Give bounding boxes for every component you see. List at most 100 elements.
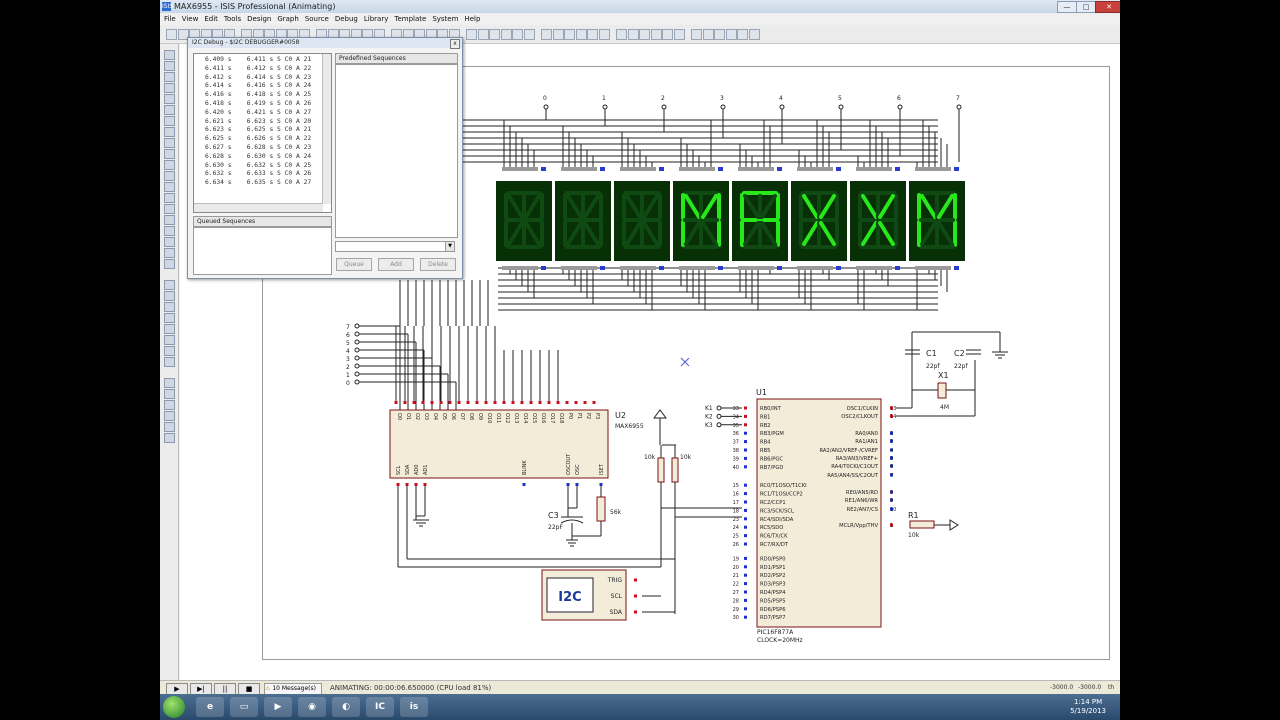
log-line[interactable]: 6.621 s 6.623 s S C0 A 20 — [205, 118, 311, 125]
max6955-ref: U2 — [615, 411, 626, 420]
pic-pin-number: 37 — [733, 440, 739, 446]
i2c-debug-titlebar[interactable]: I2C Debug - $I2C DEBUGGER#0058 x — [188, 38, 462, 49]
display-pin — [541, 167, 546, 171]
display-digit-5: 5 — [791, 95, 847, 270]
i2c-debug-close-icon[interactable]: x — [450, 39, 460, 49]
pic-pin-number: 29 — [733, 607, 739, 613]
pic-ref: U1 — [756, 388, 767, 397]
ie-icon[interactable]: e — [196, 697, 224, 717]
log-line[interactable]: 6.634 s 6.635 s S C0 A 27 — [205, 179, 311, 186]
add-button[interactable]: Add — [378, 258, 414, 271]
i2c-log-list[interactable]: 6.409 s 6.411 s S C0 A 21 6.411 s 6.412 s… — [193, 53, 332, 213]
max6955-pin-label: OSCOUT — [566, 453, 572, 475]
log-line[interactable]: 6.625 s 6.626 s S C0 A 22 — [205, 135, 311, 142]
status-bar: ▶ ▶| || ■ ⚠ 10 Message(s) ANIMATING: 00:… — [160, 680, 1120, 695]
display-pin-row — [502, 266, 538, 270]
log-line[interactable]: 6.628 s 6.630 s S C0 A 24 — [205, 153, 311, 160]
dip-label: 1 — [346, 372, 350, 379]
pic-pin-label: RC0/T1OSO/T1CKI — [760, 483, 807, 489]
r1-ref: R1 — [908, 511, 919, 520]
log-horizontal-scrollbar[interactable] — [194, 203, 323, 212]
pic-pin-label: RA1/AN1 — [855, 439, 878, 445]
max6955-pin-label: O4 — [432, 413, 438, 420]
max6955-pin — [396, 483, 400, 486]
pic-pin-label: RB1 — [760, 414, 770, 420]
pic-part: PIC16F877A — [757, 629, 794, 636]
c1-val: 22pf — [926, 363, 940, 370]
pic-pin-label: RD4/PSP4 — [760, 590, 786, 596]
log-line[interactable]: 6.418 s 6.419 s S C0 A 26 — [205, 100, 311, 107]
i2c-debugger-block: I2C TRIG SCL SDA — [541, 569, 637, 621]
start-orb-icon[interactable] — [163, 696, 185, 718]
max6955-pin-label: O18 — [558, 413, 564, 423]
log-line[interactable]: 6.411 s 6.412 s S C0 A 22 — [205, 65, 311, 72]
sequence-select[interactable]: ▼ — [335, 241, 455, 252]
queued-sequences-list[interactable] — [193, 227, 332, 275]
predefined-sequences-list[interactable] — [335, 64, 458, 238]
log-line[interactable]: 6.632 s 6.633 s S C0 A 26 — [205, 170, 311, 177]
chrome-icon[interactable]: ◉ — [298, 697, 326, 717]
log-line[interactable]: 6.623 s 6.625 s S C0 A 21 — [205, 126, 311, 133]
coord-x: -3000.0 — [1050, 684, 1074, 691]
max6955-pin-label: P2 — [585, 413, 591, 419]
log-line[interactable]: 6.414 s 6.416 s S C0 A 24 — [205, 82, 311, 89]
display-pin — [718, 266, 723, 270]
log-vertical-scrollbar[interactable] — [322, 54, 331, 204]
i2c-debug-window[interactable]: I2C Debug - $I2C DEBUGGER#0058 x 6.409 s… — [187, 37, 463, 279]
folder-icon[interactable]: ▭ — [230, 697, 258, 717]
dip-terminal — [354, 323, 360, 329]
dip-label: 2 — [346, 364, 350, 371]
log-line[interactable]: 6.412 s 6.414 s S C0 A 23 — [205, 74, 311, 81]
pic-pin-label: RE2/AN7/CS — [847, 507, 878, 513]
digit-terminal — [838, 104, 844, 110]
max6955-pin-label: P3 — [594, 413, 600, 419]
dip-label: 7 — [346, 324, 350, 331]
pic-pin-number: 14 — [890, 414, 896, 420]
max6955-pin — [511, 401, 515, 404]
display-pin — [954, 167, 959, 171]
max6955-pin — [430, 401, 434, 404]
pic-pin — [744, 573, 747, 577]
media-player-icon[interactable]: ▶ — [264, 697, 292, 717]
pic-pin-label: RA0/AN0 — [855, 431, 878, 437]
pic-pin-number: 20 — [733, 565, 739, 571]
max6955-pin — [583, 401, 587, 404]
display-pin — [659, 167, 664, 171]
c2-val: 22pf — [954, 363, 968, 370]
isis-taskbar-icon[interactable]: is — [400, 697, 428, 717]
queue-button[interactable]: Queue — [336, 258, 372, 271]
log-line[interactable]: 6.627 s 6.628 s S C0 A 23 — [205, 144, 311, 151]
pic-pin — [744, 534, 747, 538]
log-line[interactable]: 6.416 s 6.418 s S C0 A 25 — [205, 91, 311, 98]
pic-pin — [744, 456, 747, 460]
delete-button[interactable]: Delete — [420, 258, 456, 271]
dip-terminal — [354, 331, 360, 337]
pic-pin-number: 17 — [733, 500, 739, 506]
log-line[interactable]: 6.409 s 6.411 s S C0 A 21 — [205, 56, 311, 63]
predefined-sequences-header: Predefined Sequences — [335, 53, 458, 64]
pic-pin-number: 38 — [733, 448, 739, 454]
display-pin-row — [620, 167, 656, 171]
pic-pin — [744, 483, 747, 487]
system-clock[interactable]: 1:14 PM 5/19/2013 — [1070, 698, 1106, 716]
ground-icon — [566, 539, 578, 547]
max6955-pin-label: O3 — [423, 413, 429, 420]
pic-pin-label: RD3/PSP3 — [760, 582, 786, 588]
dip-terminal — [354, 371, 360, 377]
r1-val: 10k — [908, 532, 920, 539]
pic-pin-number: 8 — [890, 490, 893, 496]
digit-terminal — [543, 104, 549, 110]
display-pin — [659, 266, 664, 270]
log-line[interactable]: 6.420 s 6.421 s S C0 A 27 — [205, 109, 311, 116]
pic-pin — [744, 525, 747, 529]
i2c-block-pin — [634, 594, 637, 598]
chevron-down-icon[interactable]: ▼ — [445, 242, 454, 251]
ic-icon[interactable]: IC — [366, 697, 394, 717]
max6955-pin — [538, 401, 542, 404]
messages-count: 10 Message(s) — [272, 685, 316, 692]
pic-pin-number: 21 — [733, 573, 739, 579]
log-line[interactable]: 6.630 s 6.632 s S C0 A 25 — [205, 162, 311, 169]
firefox-icon[interactable]: ◐ — [332, 697, 360, 717]
max6955-pin — [493, 401, 497, 404]
max6955-pin — [575, 483, 579, 486]
